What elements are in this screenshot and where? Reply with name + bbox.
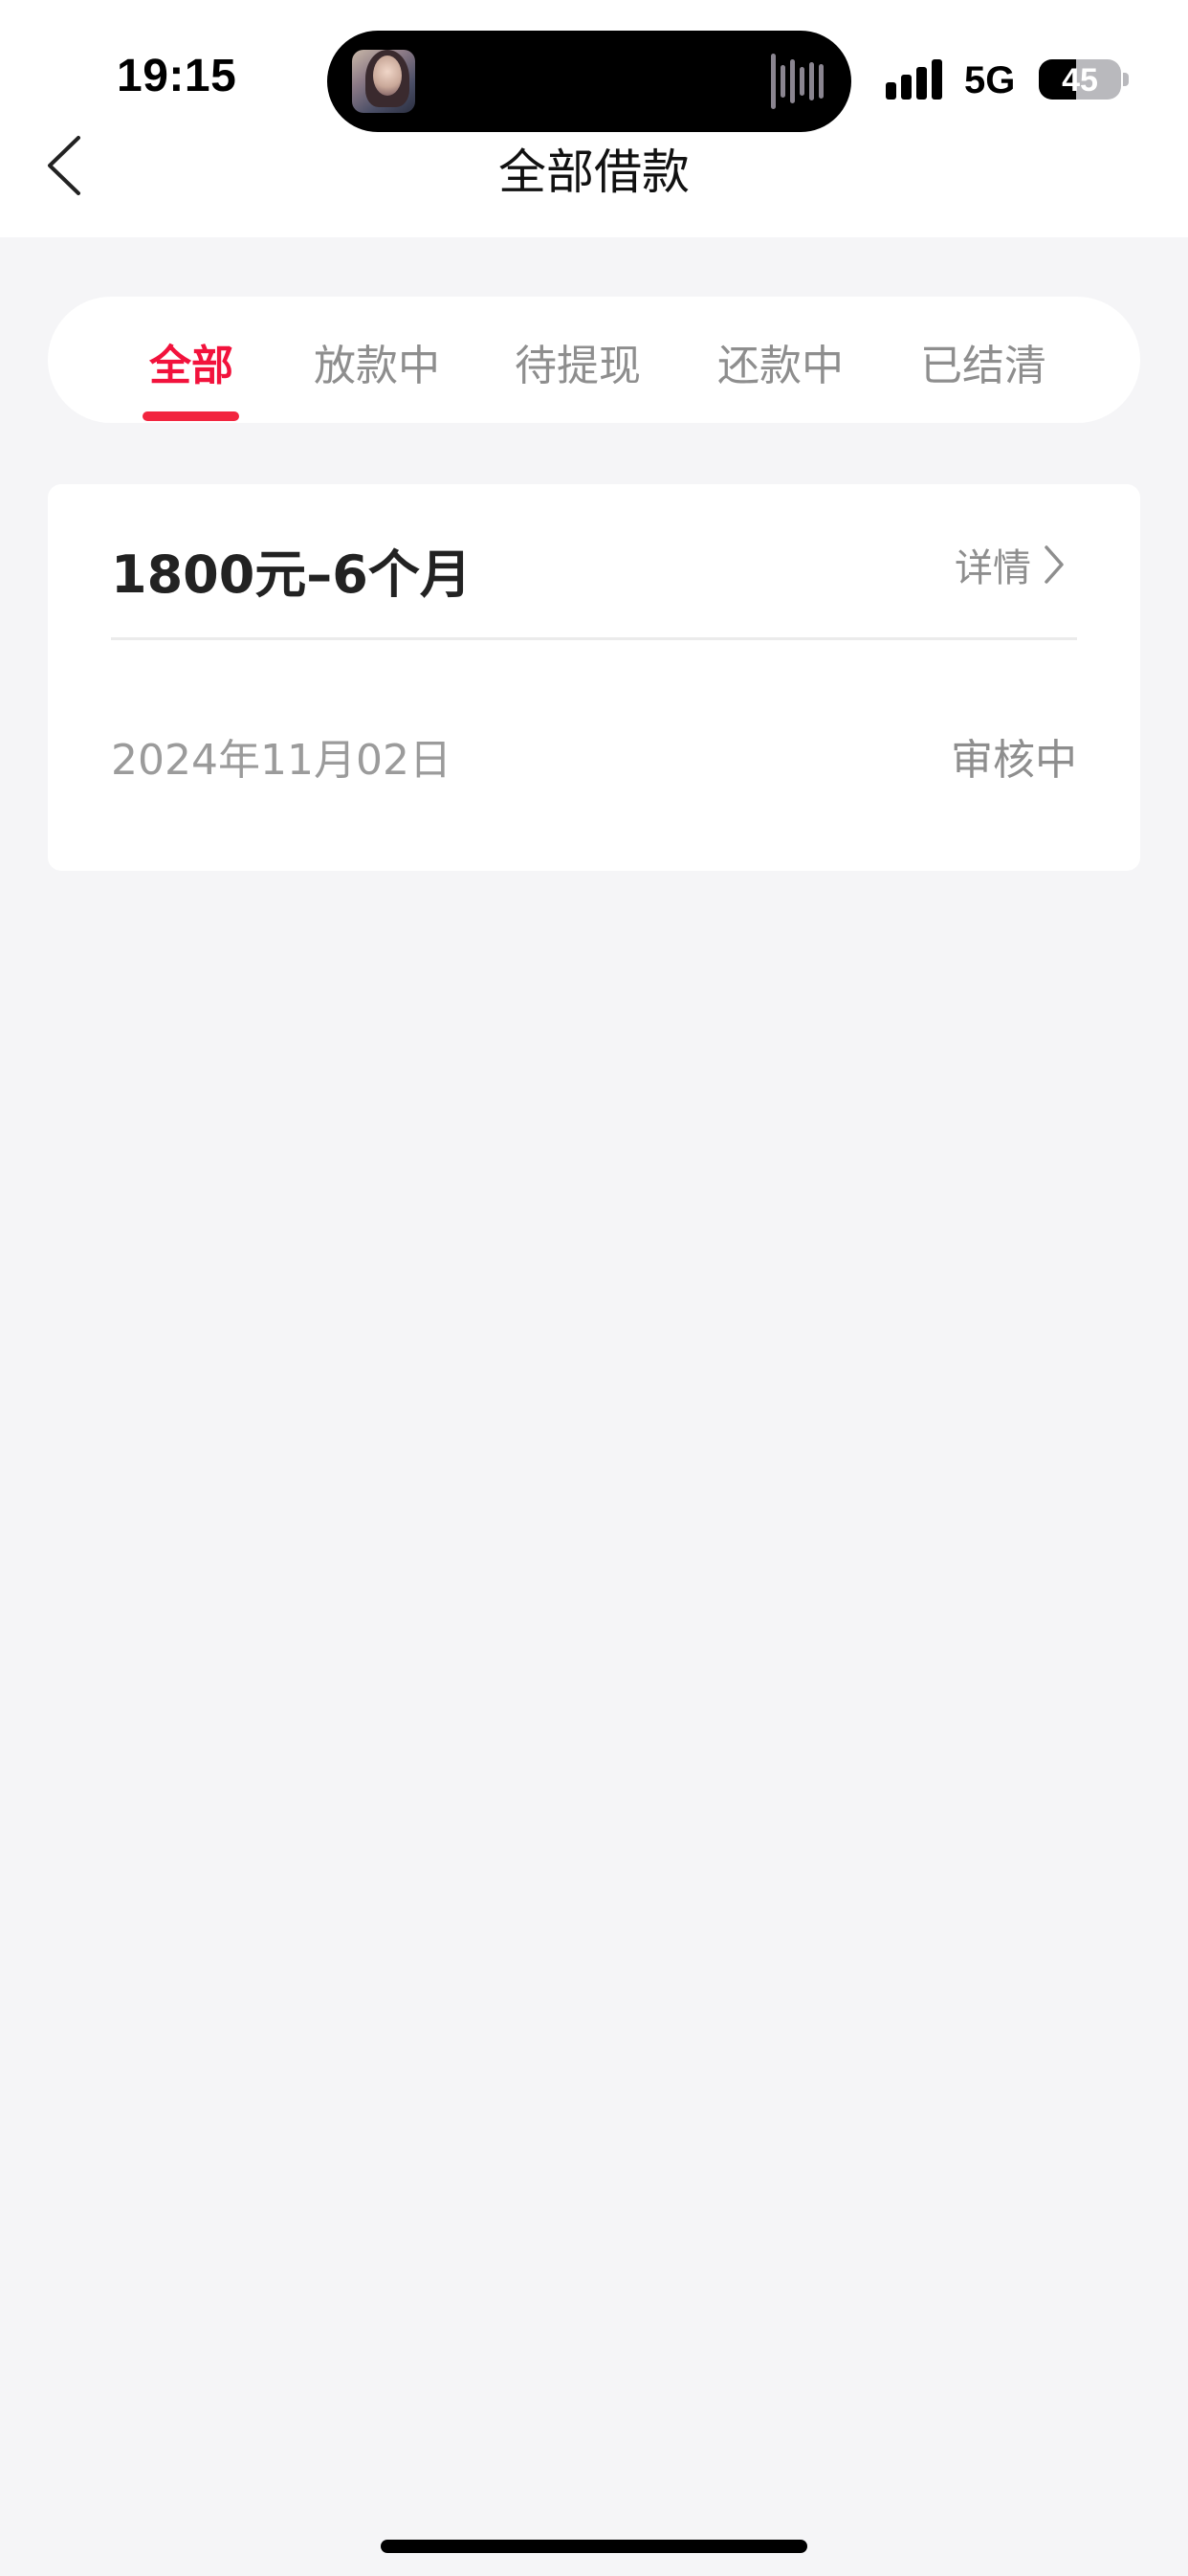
signal-bars-icon xyxy=(886,59,945,100)
tab-settled[interactable]: 已结清 xyxy=(913,331,1054,390)
loan-amount-term: 1800元–6个月 xyxy=(111,544,472,605)
battery-level: 45 xyxy=(1062,62,1098,99)
page-title: 全部借款 xyxy=(498,144,690,200)
loan-status: 审核中 xyxy=(951,736,1077,785)
status-time: 19:15 xyxy=(117,51,237,101)
home-indicator[interactable] xyxy=(381,2540,807,2553)
loan-card[interactable]: 1800元–6个月 详情 2024年11月02日 审核中 xyxy=(48,484,1140,871)
network-type: 5G xyxy=(964,59,1016,101)
detail-link[interactable]: 详情 xyxy=(955,536,1066,593)
loan-date: 2024年11月02日 xyxy=(111,736,451,785)
tab-all[interactable]: 全部 xyxy=(142,331,241,390)
header-area: 19:15 5G 45 全部借款 xyxy=(0,0,1188,237)
detail-label: 详情 xyxy=(955,546,1031,590)
tab-disbursing[interactable]: 放款中 xyxy=(306,331,448,390)
dynamic-island[interactable] xyxy=(327,31,851,132)
media-thumbnail[interactable] xyxy=(352,50,415,113)
tab-repaying[interactable]: 还款中 xyxy=(710,331,851,390)
battery-icon: 45 xyxy=(1039,59,1121,100)
battery-tip xyxy=(1123,73,1129,86)
status-tabs: 全部 放款中 待提现 还款中 已结清 xyxy=(48,297,1140,423)
chevron-right-icon xyxy=(1045,545,1064,584)
card-divider xyxy=(111,637,1077,640)
tab-pending-withdrawal[interactable]: 待提现 xyxy=(507,331,649,390)
active-tab-indicator xyxy=(143,411,239,421)
